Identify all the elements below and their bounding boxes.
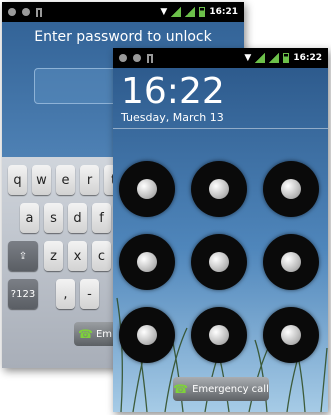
signal-icon bbox=[171, 7, 182, 17]
emergency-call-button[interactable]: ☎ Emergency call bbox=[173, 377, 269, 401]
status-bar: ▼ 16:22 bbox=[113, 48, 328, 68]
pattern-dot-center bbox=[137, 325, 157, 345]
pattern-dot[interactable] bbox=[191, 161, 247, 217]
signal-icon bbox=[185, 7, 196, 17]
key-x[interactable]: x bbox=[68, 241, 87, 271]
divider bbox=[113, 128, 328, 129]
notification-icon bbox=[119, 54, 127, 62]
notification-icon bbox=[8, 8, 16, 16]
android-icon bbox=[22, 8, 30, 16]
pattern-dot[interactable] bbox=[263, 307, 319, 363]
pattern-dot-center bbox=[281, 252, 301, 272]
usb-icon bbox=[36, 7, 42, 17]
key-s[interactable]: s bbox=[44, 203, 63, 233]
pattern-lock-screen: ▼ 16:22 16:22 Tuesday, March 13 ☎ Emerge… bbox=[113, 48, 328, 412]
lock-clock: 16:22 bbox=[121, 71, 225, 112]
key-z[interactable]: z bbox=[44, 241, 63, 271]
pattern-dot-center bbox=[209, 325, 229, 345]
emergency-call-label: Emergency call bbox=[192, 383, 269, 395]
shift-key[interactable]: ⇪ bbox=[8, 241, 38, 271]
pattern-dot[interactable] bbox=[263, 161, 319, 217]
battery-icon bbox=[283, 53, 290, 63]
pattern-dot[interactable] bbox=[191, 307, 247, 363]
pattern-dot-center bbox=[209, 252, 229, 272]
pattern-dot-center bbox=[137, 179, 157, 199]
password-field[interactable] bbox=[34, 68, 122, 104]
pattern-dot[interactable] bbox=[119, 161, 175, 217]
signal-icon bbox=[269, 53, 280, 63]
lock-date: Tuesday, March 13 bbox=[121, 111, 224, 124]
status-bar: ▼ 16:21 bbox=[2, 2, 244, 22]
pattern-dot[interactable] bbox=[191, 234, 247, 290]
phone-icon: ☎ bbox=[173, 382, 189, 396]
key-c[interactable]: c bbox=[92, 241, 111, 271]
key-f[interactable]: f bbox=[92, 203, 111, 233]
usb-icon bbox=[147, 53, 153, 63]
dash-key[interactable]: - bbox=[80, 279, 99, 309]
signal-icon bbox=[255, 53, 266, 63]
pattern-dot-center bbox=[137, 252, 157, 272]
key-e[interactable]: e bbox=[56, 165, 75, 195]
phone-icon: ☎ bbox=[78, 327, 93, 341]
status-time: 16:21 bbox=[209, 7, 238, 17]
pattern-dot[interactable] bbox=[119, 307, 175, 363]
symbols-key[interactable]: ?123 bbox=[8, 279, 38, 309]
key-d[interactable]: d bbox=[68, 203, 87, 233]
comma-key[interactable]: , bbox=[56, 279, 75, 309]
pattern-dot[interactable] bbox=[119, 234, 175, 290]
key-w[interactable]: w bbox=[32, 165, 51, 195]
pattern-dot-center bbox=[281, 179, 301, 199]
battery-icon bbox=[199, 7, 206, 17]
android-icon bbox=[133, 54, 141, 62]
wifi-icon: ▼ bbox=[160, 7, 168, 17]
key-q[interactable]: q bbox=[8, 165, 27, 195]
key-r[interactable]: r bbox=[80, 165, 99, 195]
pattern-dot[interactable] bbox=[263, 234, 319, 290]
emergency-call-label: Em bbox=[95, 328, 113, 340]
key-a[interactable]: a bbox=[20, 203, 39, 233]
status-time: 16:22 bbox=[293, 53, 322, 63]
pattern-dot-center bbox=[209, 179, 229, 199]
wifi-icon: ▼ bbox=[244, 53, 252, 63]
pattern-dot-center bbox=[281, 325, 301, 345]
unlock-prompt: Enter password to unlock bbox=[34, 29, 212, 45]
